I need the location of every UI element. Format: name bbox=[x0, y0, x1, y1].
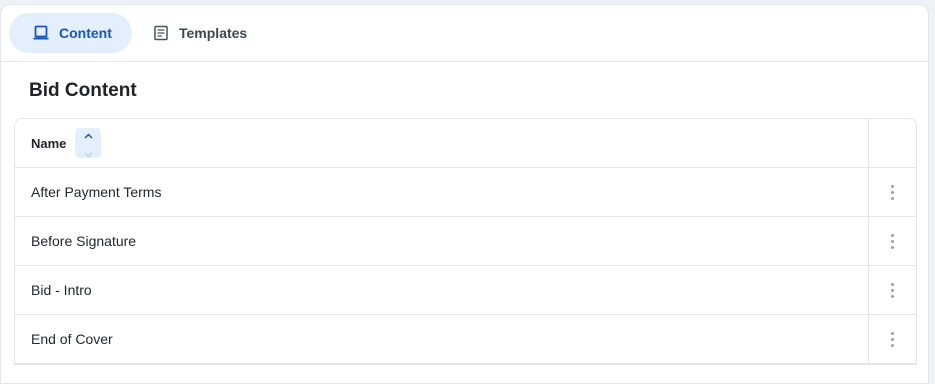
tab-bar: Content Templates bbox=[1, 5, 928, 62]
table-row[interactable]: Bid - Intro bbox=[15, 266, 916, 315]
more-options-icon[interactable] bbox=[887, 279, 898, 302]
row-actions-cell bbox=[869, 266, 916, 314]
row-name: Bid - Intro bbox=[15, 266, 869, 314]
name-column-header: Name bbox=[15, 119, 869, 167]
table-row[interactable]: After Payment Terms bbox=[15, 168, 916, 217]
actions-column-header bbox=[869, 119, 916, 167]
content-panel: Content Templates Bid Content Name After… bbox=[0, 4, 929, 384]
row-name: Before Signature bbox=[15, 217, 869, 265]
table-header-row: Name bbox=[15, 119, 916, 168]
tab-templates-label: Templates bbox=[179, 25, 248, 41]
chevron-down-icon bbox=[84, 145, 93, 161]
row-actions-cell bbox=[869, 315, 916, 363]
tab-content[interactable]: Content bbox=[9, 13, 132, 53]
more-options-icon[interactable] bbox=[887, 230, 898, 253]
tab-content-label: Content bbox=[59, 25, 112, 41]
section-title: Bid Content bbox=[29, 80, 137, 101]
name-column-label: Name bbox=[31, 135, 67, 151]
sort-ascending-button[interactable] bbox=[75, 126, 102, 161]
row-name: End of Cover bbox=[15, 315, 869, 363]
row-actions-cell bbox=[869, 168, 916, 216]
row-name: After Payment Terms bbox=[15, 168, 869, 216]
more-options-icon[interactable] bbox=[887, 181, 898, 204]
chevron-up-icon bbox=[84, 126, 93, 142]
more-options-icon[interactable] bbox=[887, 328, 898, 351]
tab-templates[interactable]: Templates bbox=[145, 13, 255, 53]
table-row[interactable]: End of Cover bbox=[15, 315, 916, 364]
laptop-icon bbox=[33, 25, 49, 41]
row-actions-cell bbox=[869, 217, 916, 265]
table-row[interactable]: Before Signature bbox=[15, 217, 916, 266]
document-icon bbox=[153, 25, 169, 41]
content-table: Name After Payment Terms Before Signatur… bbox=[14, 118, 917, 365]
